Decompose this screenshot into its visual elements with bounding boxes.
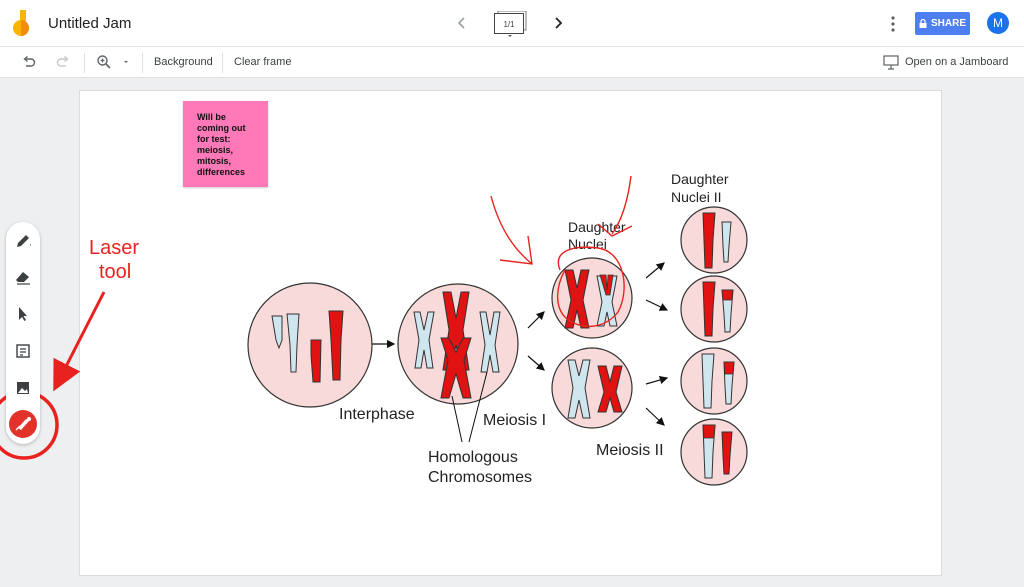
top-bar: Untitled Jam 1/1 SHARE M — [0, 0, 1024, 47]
clear-frame-button[interactable]: Clear frame — [234, 56, 291, 68]
select-arrow-icon[interactable] — [14, 305, 32, 323]
chevron-down-icon[interactable] — [121, 54, 131, 70]
sticky-note-icon[interactable] — [14, 342, 32, 360]
open-on-jamboard-button[interactable]: Open on a Jamboard — [905, 56, 1008, 68]
frame-counter[interactable]: 1/1 — [494, 13, 524, 34]
image-icon[interactable] — [14, 379, 32, 397]
toolbar-divider — [84, 53, 85, 73]
lock-icon — [919, 19, 927, 28]
eraser-icon[interactable] — [14, 268, 32, 286]
undo-icon[interactable] — [21, 54, 37, 70]
document-title[interactable]: Untitled Jam — [48, 15, 131, 32]
cast-to-jamboard-icon[interactable] — [883, 54, 899, 70]
chevron-left-icon[interactable] — [453, 14, 471, 32]
toolbar-divider — [142, 53, 143, 73]
frame-toolbar: Background Clear frame Open on a Jamboar… — [0, 47, 1024, 78]
sticky-note[interactable]: Will be coming out for test: meiosis, mi… — [183, 101, 268, 187]
pen-icon[interactable] — [14, 232, 32, 250]
laser-icon — [15, 417, 31, 431]
laser-tool-button[interactable] — [9, 410, 37, 438]
toolbar-divider — [222, 53, 223, 73]
more-vert-icon[interactable] — [884, 14, 902, 34]
zoom-icon[interactable] — [96, 54, 112, 70]
jamboard-logo[interactable] — [12, 10, 34, 38]
share-label: SHARE — [930, 18, 966, 29]
redo-icon[interactable] — [55, 54, 71, 70]
chevron-right-icon[interactable] — [549, 14, 567, 32]
background-button[interactable]: Background — [154, 56, 213, 68]
avatar[interactable]: M — [987, 12, 1009, 34]
share-button[interactable]: SHARE — [915, 12, 970, 35]
